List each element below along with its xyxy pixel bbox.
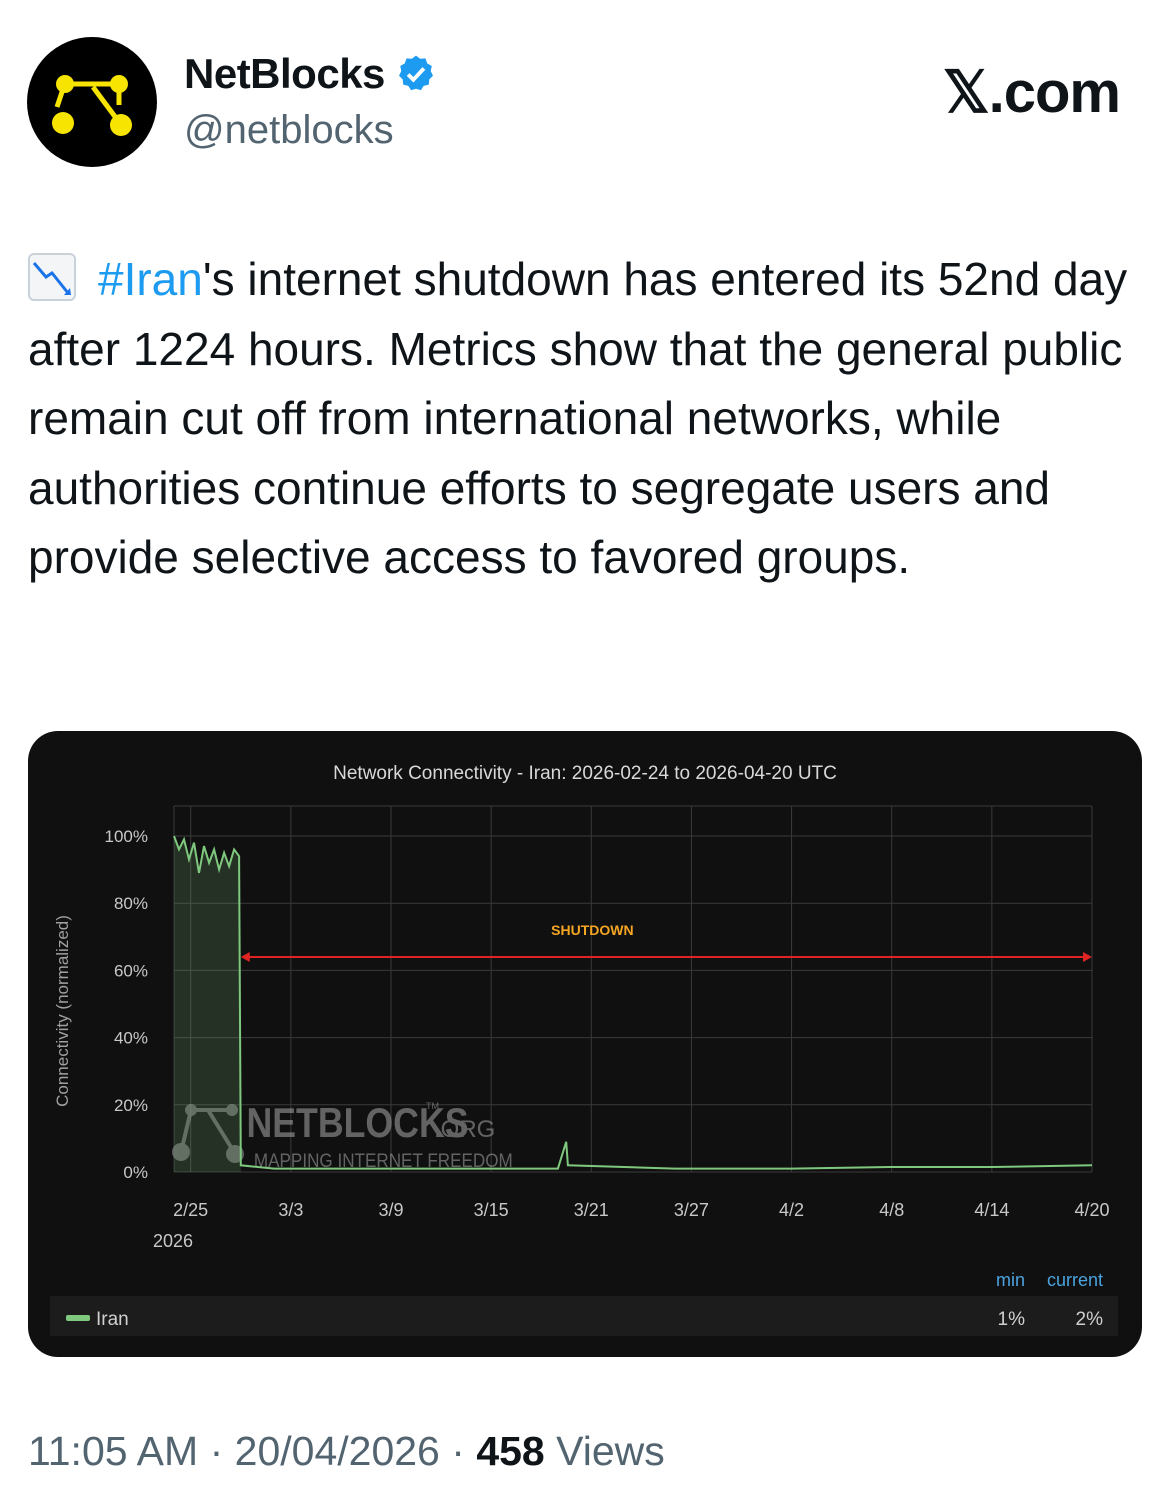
legend-header-current: current xyxy=(1047,1270,1103,1290)
y-tick-label: 80% xyxy=(114,894,148,913)
x-tick-label: 3/27 xyxy=(674,1200,709,1220)
tweet-time[interactable]: 11:05 AM xyxy=(28,1428,198,1474)
hashtag-link[interactable]: #Iran xyxy=(98,253,203,305)
y-tick-label: 40% xyxy=(114,1029,148,1048)
handle[interactable]: @netblocks xyxy=(184,108,394,153)
y-axis-label: Connectivity (normalized) xyxy=(53,915,72,1107)
legend-row[interactable] xyxy=(50,1296,1118,1336)
x-tick-label: 3/21 xyxy=(574,1200,609,1220)
x-tick-label: 3/9 xyxy=(378,1200,403,1220)
series-fill-iran xyxy=(174,836,241,1172)
shutdown-arrow-right-head xyxy=(1083,951,1092,962)
avatar[interactable] xyxy=(27,37,157,167)
x-tick-label: 2/25 xyxy=(173,1200,208,1220)
y-tick-label: 60% xyxy=(114,961,148,980)
chart-image[interactable]: Network Connectivity - Iran: 2026-02-24 … xyxy=(28,731,1142,1357)
shutdown-arrow-left-head xyxy=(240,951,250,962)
legend-min-value: 1% xyxy=(998,1309,1026,1330)
views-count[interactable]: 458 xyxy=(476,1428,544,1474)
x-tick-label: 3/15 xyxy=(474,1200,509,1220)
tweet-date[interactable]: 20/04/2026 xyxy=(235,1428,440,1474)
x-tick-label: 4/8 xyxy=(879,1200,904,1220)
y-tick-label: 100% xyxy=(105,827,148,846)
chart-title: Network Connectivity - Iran: 2026-02-24 … xyxy=(333,763,837,784)
connectivity-chart: Network Connectivity - Iran: 2026-02-24 … xyxy=(50,763,1118,1336)
netblocks-logo-icon xyxy=(52,75,132,136)
views-label: Views xyxy=(556,1428,665,1474)
legend-current-value: 2% xyxy=(1076,1309,1104,1330)
watermark-suffix: .ORG xyxy=(434,1116,495,1143)
verified-badge-icon xyxy=(398,55,433,91)
tweet-text: #Iran's internet shutdown has entered it… xyxy=(28,245,1138,593)
y-tick-label: 20% xyxy=(114,1096,148,1115)
x-tick-label: 4/14 xyxy=(974,1200,1009,1220)
watermark-tm: TM xyxy=(426,1101,439,1111)
meta-separator: · xyxy=(209,1428,224,1474)
brand-label: 𝕏.com xyxy=(942,60,1121,125)
shutdown-annotation: SHUTDOWN xyxy=(240,922,1092,962)
legend-swatch xyxy=(66,1315,90,1321)
x-tick-label: 3/3 xyxy=(278,1200,303,1220)
x-tick-label: 4/2 xyxy=(779,1200,804,1220)
display-name[interactable]: NetBlocks xyxy=(184,50,385,98)
shutdown-label: SHUTDOWN xyxy=(551,922,633,938)
y-tick-label: 0% xyxy=(123,1163,148,1182)
meta-separator: · xyxy=(451,1428,465,1474)
tweet-meta: 11:05 AM · 20/04/2026 · 458 Views xyxy=(28,1428,665,1475)
legend-header-min: min xyxy=(996,1270,1025,1290)
legend-series-name: Iran xyxy=(96,1309,129,1330)
x-tick-year: 2026 xyxy=(153,1231,193,1251)
x-tick-label: 4/20 xyxy=(1074,1200,1109,1220)
chart-decreasing-icon xyxy=(28,253,76,301)
